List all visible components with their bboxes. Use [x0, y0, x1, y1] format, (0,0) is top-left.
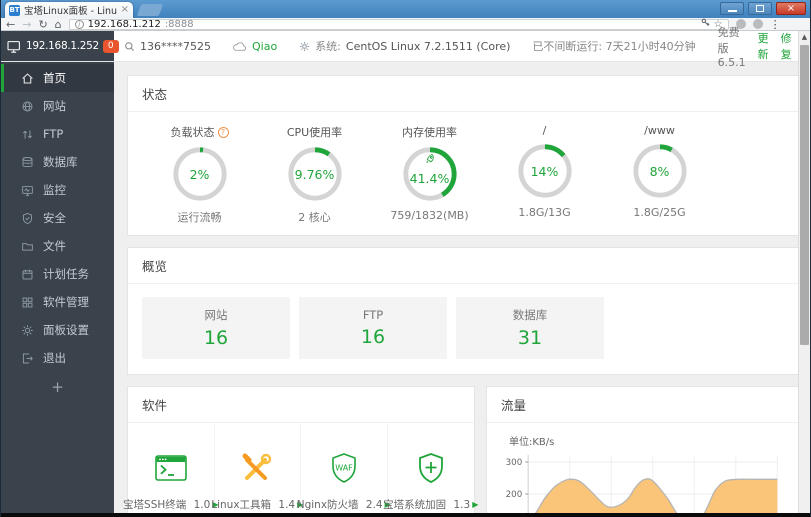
- grid-icon: [22, 297, 33, 307]
- computer-icon: [7, 40, 20, 53]
- sidebar-item-settings[interactable]: 面板设置: [1, 316, 114, 344]
- forward-icon[interactable]: →: [22, 19, 31, 30]
- traffic-card-title: 流量: [487, 387, 799, 423]
- sidebar-item-cron[interactable]: 计划任务: [1, 260, 114, 288]
- overview-card: 概览 网站 16 FTP 16 数据库 31: [127, 247, 800, 375]
- tab-title: 宝塔Linux面板 - Linux版: [24, 6, 117, 17]
- gear-icon: [300, 41, 310, 51]
- sidebar-item-ftp[interactable]: FTP: [1, 120, 114, 148]
- gauge-load[interactable]: 负载状态? 2% 运行流畅: [142, 124, 257, 225]
- software-card: 软件 宝塔SSH终端 1.0▶ Linux工具箱 1.4▶ WAF Ngin: [123, 386, 479, 513]
- sidebar-item-monitor[interactable]: 监控: [1, 176, 114, 204]
- maximize-icon: [756, 5, 764, 12]
- status-card-title: 状态: [128, 76, 799, 112]
- svg-text:WAF: WAF: [335, 464, 353, 473]
- refresh-icon[interactable]: ↻: [38, 19, 47, 30]
- traffic-unit-label: 单位:KB/s: [509, 437, 555, 448]
- sidebar-item-security[interactable]: 安全: [1, 204, 114, 232]
- back-icon[interactable]: ←: [6, 19, 15, 30]
- monitor-icon: [22, 185, 33, 196]
- overview-box-ftp[interactable]: FTP 16: [299, 297, 447, 359]
- account-phone[interactable]: 136****7525: [124, 40, 211, 53]
- browser-address-bar: ← → ↻ ⌂ i 192.168.1.212:8888 ☆ ⋮: [1, 18, 810, 31]
- toolbox-icon: [242, 453, 272, 480]
- software-item-ssh-terminal[interactable]: 宝塔SSH终端 1.0 ▶: [123, 423, 218, 513]
- database-icon: [22, 156, 33, 167]
- close-icon: ×: [786, 3, 796, 14]
- sidebar-item-database[interactable]: 数据库: [1, 148, 114, 176]
- logout-icon: [22, 353, 33, 363]
- system-info: 系统: CentOS Linux 7.2.1511 (Core): [299, 38, 510, 54]
- url-port: :8888: [164, 18, 194, 30]
- minimize-icon: [727, 10, 737, 12]
- browser-tab-bar: BT 宝塔Linux面板 - Linux版 × ×: [1, 0, 810, 18]
- window-minimize-button[interactable]: [720, 2, 744, 15]
- svg-text:200: 200: [506, 490, 523, 500]
- help-icon[interactable]: ?: [217, 126, 229, 138]
- gauge-root-disk[interactable]: / 14% 1.8G/13G: [487, 124, 602, 225]
- ftp-icon: [22, 129, 33, 139]
- home-icon[interactable]: ⌂: [55, 19, 62, 30]
- calendar-icon: [22, 269, 33, 279]
- folder-icon: [22, 242, 33, 251]
- server-ip: 192.168.1.252: [26, 40, 99, 52]
- globe-icon: [22, 101, 33, 111]
- qq-account[interactable]: Qiao: [233, 40, 277, 53]
- cloud-icon: [233, 41, 247, 51]
- traffic-area-chart: 0100200300: [506, 455, 778, 513]
- software-item-system-hardening[interactable]: 宝塔系统加固 1.3 ▶: [383, 423, 479, 513]
- url-host: 192.168.1.212: [87, 18, 161, 30]
- software-item-linux-toolbox[interactable]: Linux工具箱 1.4 ▶: [211, 423, 303, 513]
- play-icon: ▶: [472, 500, 479, 509]
- window-close-button[interactable]: ×: [776, 2, 806, 15]
- dashboard-content: 状态 负载状态? 2% 运行流畅 CPU使用率 9.76% 2 核心 内存使用率…: [114, 62, 810, 513]
- repair-link[interactable]: 修复: [781, 30, 792, 62]
- overview-box-website[interactable]: 网站 16: [142, 297, 290, 359]
- gauge-memory[interactable]: 内存使用率 41.4% 759/1832(MB): [372, 124, 487, 225]
- shield-icon: [22, 212, 33, 224]
- overview-card-title: 概览: [128, 248, 799, 284]
- software-card-title: 软件: [128, 387, 474, 423]
- sidebar-item-software[interactable]: 软件管理: [1, 288, 114, 316]
- update-link[interactable]: 更新: [758, 30, 769, 62]
- gear-icon: [22, 324, 33, 336]
- sidebar-item-logout[interactable]: 退出: [1, 344, 114, 372]
- traffic-card: 流量 单位:KB/s 0100200300: [486, 386, 800, 513]
- sidebar-add-button[interactable]: +: [1, 372, 114, 402]
- bt-favicon-icon: BT: [9, 4, 20, 16]
- sidebar-item-website[interactable]: 网站: [1, 92, 114, 120]
- terminal-icon: [154, 455, 187, 481]
- browser-window: BT 宝塔Linux面板 - Linux版 × × ← → ↻ ⌂ i 192.…: [0, 0, 811, 517]
- taskbar-edge: [1, 513, 810, 517]
- scrollbar-up-icon[interactable]: ▲: [799, 33, 810, 41]
- page-scrollbar[interactable]: ▲: [798, 31, 810, 513]
- search-icon: [125, 41, 134, 51]
- tab-close-icon[interactable]: ×: [121, 5, 129, 15]
- scrollbar-thumb[interactable]: [800, 45, 809, 345]
- svg-text:300: 300: [506, 458, 523, 468]
- browser-tab[interactable]: BT 宝塔Linux面板 - Linux版 ×: [5, 2, 133, 18]
- gauge-cpu[interactable]: CPU使用率 9.76% 2 核心: [257, 124, 372, 225]
- sidebar-item-files[interactable]: 文件: [1, 232, 114, 260]
- url-input[interactable]: i 192.168.1.212:8888 ☆: [68, 18, 729, 30]
- new-tab-button[interactable]: [136, 4, 164, 16]
- server-ip-block[interactable]: 192.168.1.252 0: [1, 31, 119, 61]
- waf-shield-icon: WAF: [331, 453, 356, 483]
- software-item-nginx-waf[interactable]: WAF Nginx防火墙 2.4 ▶: [297, 423, 391, 513]
- panel-header: 192.168.1.252 0 136****7525 Qiao 系统: Cen…: [1, 26, 810, 69]
- gauge-www-disk[interactable]: /www 8% 1.8G/25G: [602, 124, 717, 225]
- sidebar: 首页 网站 FTP 数据库 监控 安全 文件 计划任务 软件管理 面板设置 退出…: [1, 62, 114, 513]
- password-key-icon[interactable]: [701, 18, 710, 30]
- uptime-text: 已不间断运行: 7天21小时40分钟: [532, 40, 696, 53]
- shield-plus-icon: [418, 453, 443, 483]
- sidebar-item-home[interactable]: 首页: [1, 64, 114, 92]
- home-icon: [22, 72, 33, 83]
- status-card: 状态 负载状态? 2% 运行流畅 CPU使用率 9.76% 2 核心 内存使用率…: [127, 75, 800, 236]
- window-maximize-button[interactable]: [748, 2, 772, 15]
- page-info-icon[interactable]: i: [74, 19, 84, 29]
- overview-box-database[interactable]: 数据库 31: [456, 297, 604, 359]
